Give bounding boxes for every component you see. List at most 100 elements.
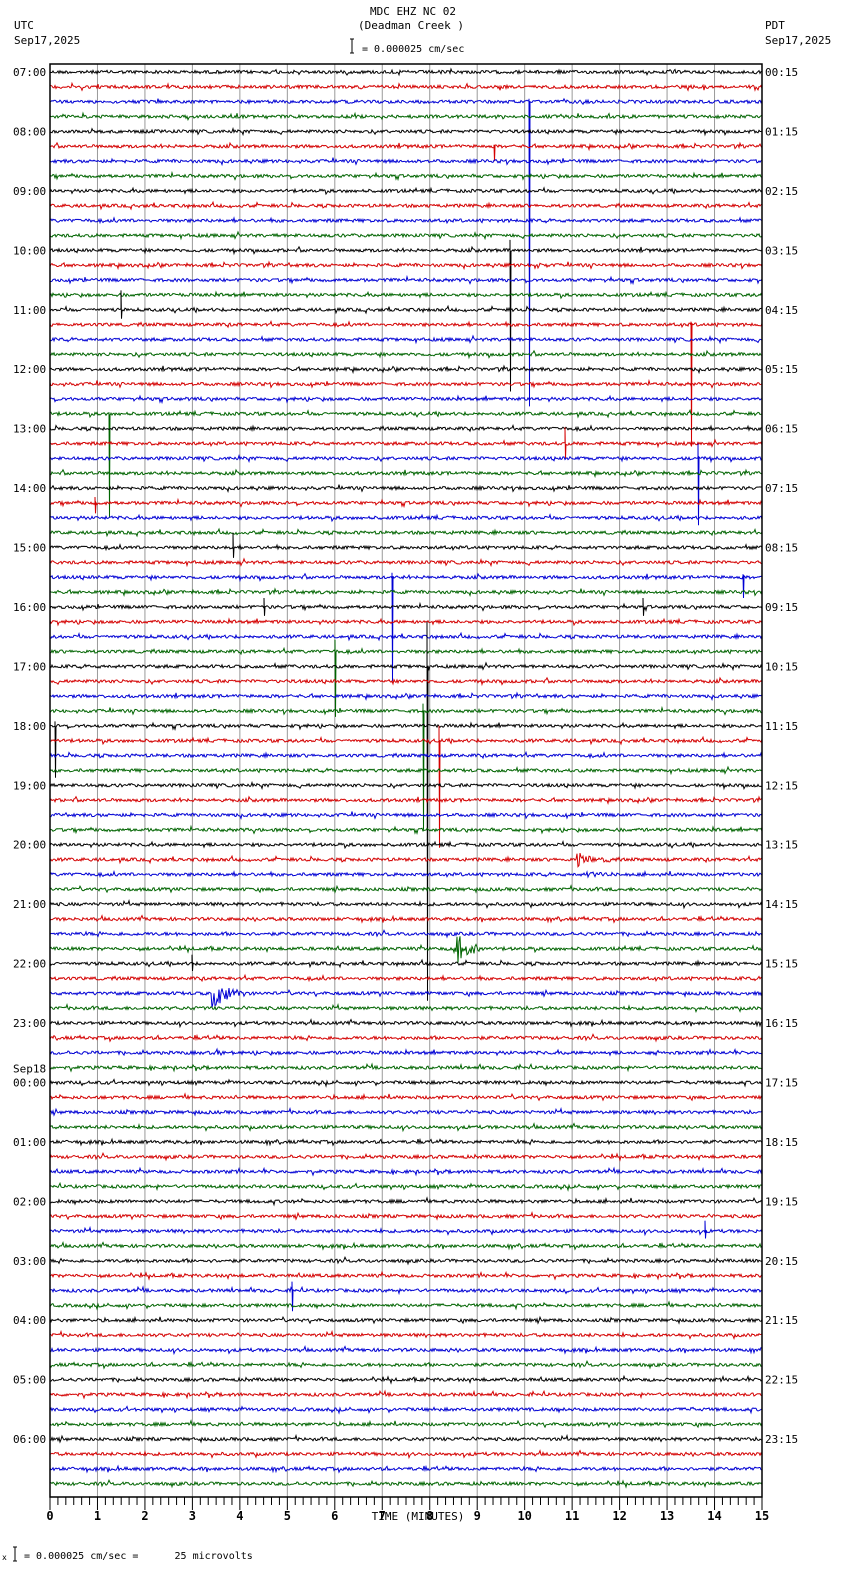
- trace-72: [49, 1137, 763, 1147]
- pdt-hour-label: 17:15: [765, 1076, 798, 1089]
- trace-87: [49, 1360, 763, 1370]
- utc-hour-label: 07:00: [13, 66, 46, 79]
- trace-35: [49, 587, 763, 598]
- traces: [49, 67, 763, 1489]
- trace-13: [49, 260, 763, 271]
- pdt-hour-label: 05:15: [765, 363, 798, 376]
- trace-31: [49, 527, 763, 538]
- pdt-hour-label: 12:15: [765, 779, 798, 792]
- utc-hour-label: 19:00: [13, 779, 46, 792]
- trace-68: [49, 1078, 763, 1088]
- pdt-hour-label: 19:15: [765, 1195, 798, 1208]
- trace-30: [49, 513, 763, 523]
- x-tick-label: 0: [46, 1509, 53, 1523]
- trace-73: [49, 1152, 763, 1162]
- trace-0: [49, 67, 763, 77]
- trace-51: [49, 824, 763, 835]
- pdt-hour-label: 01:15: [765, 125, 798, 138]
- trace-95: [49, 1478, 763, 1489]
- utc-hour-label: 23:00: [13, 1017, 46, 1030]
- footer-mark: x: [2, 1553, 7, 1562]
- utc-hour-label: 06:00: [13, 1433, 46, 1446]
- x-tick-label: 3: [189, 1509, 196, 1523]
- trace-78: [49, 1220, 763, 1239]
- trace-15: [49, 290, 763, 300]
- trace-6: [49, 157, 763, 167]
- trace-62: [49, 987, 763, 1008]
- x-tick-label: 12: [612, 1509, 626, 1523]
- trace-19: [49, 349, 762, 360]
- trace-66: [49, 1047, 763, 1057]
- x-tick-label: 1: [94, 1509, 101, 1523]
- trace-84: [49, 1315, 763, 1325]
- x-tick-label: 10: [517, 1509, 531, 1523]
- scale-label: = 0.000025 cm/sec: [362, 44, 464, 55]
- trace-81: [49, 1270, 763, 1281]
- trace-55: [49, 884, 763, 894]
- helicorder-plot: MDC EHZ NC 02 (Deadman Creek ) UTC Sep17…: [2, 5, 831, 1562]
- trace-20: [49, 364, 762, 375]
- trace-61: [50, 973, 763, 983]
- pdt-hour-label: 15:15: [765, 958, 798, 971]
- trace-26: [49, 443, 763, 526]
- trace-90: [49, 1405, 763, 1415]
- x-axis-label: TIME (MINUTES): [372, 1510, 465, 1523]
- pdt-hour-label: 14:15: [765, 898, 798, 911]
- utc-hour-label: 13:00: [13, 423, 46, 436]
- trace-33: [49, 557, 763, 568]
- trace-43: [49, 703, 762, 830]
- trace-5: [49, 141, 763, 162]
- x-tick-label: 14: [707, 1509, 721, 1523]
- trace-67: [49, 1062, 763, 1073]
- x-tick-label: 9: [474, 1509, 481, 1523]
- trace-38: [49, 631, 763, 642]
- date-change-label: Sep18: [13, 1062, 46, 1075]
- trace-44: [49, 721, 763, 778]
- trace-71: [49, 1122, 763, 1133]
- utc-hour-label: 11:00: [13, 304, 46, 317]
- pdt-hour-label: 00:15: [765, 66, 798, 79]
- x-tick-label: 6: [331, 1509, 338, 1523]
- trace-37: [49, 617, 763, 627]
- trace-9: [49, 200, 763, 211]
- trace-94: [49, 1464, 763, 1474]
- trace-91: [49, 1419, 763, 1429]
- trace-69: [50, 1092, 763, 1102]
- pdt-hour-label: 20:15: [765, 1255, 798, 1268]
- trace-32: [49, 532, 763, 558]
- trace-46: [49, 750, 763, 760]
- x-tick-label: 13: [660, 1509, 674, 1523]
- pdt-hour-label: 16:15: [765, 1017, 798, 1030]
- pdt-hour-label: 02:15: [765, 185, 798, 198]
- x-tick-label: 4: [236, 1509, 243, 1523]
- pdt-hour-label: 23:15: [765, 1433, 798, 1446]
- trace-89: [49, 1389, 763, 1400]
- trace-28: [49, 484, 763, 494]
- trace-76: [49, 1196, 763, 1207]
- trace-86: [49, 1344, 763, 1356]
- trace-21: [49, 378, 763, 389]
- trace-39: [49, 639, 763, 717]
- trace-40: [49, 621, 763, 1001]
- x-tick-label: 11: [565, 1509, 579, 1523]
- utc-hour-label: 03:00: [13, 1255, 46, 1268]
- trace-22: [49, 394, 763, 405]
- utc-hour-label: 02:00: [13, 1195, 46, 1208]
- station-title: MDC EHZ NC 02: [370, 5, 456, 18]
- pdt-hour-label: 09:15: [765, 601, 798, 614]
- utc-hour-label: 22:00: [13, 958, 46, 971]
- utc-hour-label: 08:00: [13, 125, 46, 138]
- utc-hour-label: 21:00: [13, 898, 46, 911]
- trace-59: [49, 936, 763, 963]
- trace-3: [49, 111, 763, 122]
- utc-hour-label: 04:00: [13, 1314, 46, 1327]
- trace-57: [49, 914, 763, 924]
- trace-7: [49, 170, 763, 182]
- trace-70: [49, 1106, 763, 1117]
- pdt-hour-label: 10:15: [765, 660, 798, 673]
- trace-25: [49, 427, 763, 459]
- trace-54: [49, 870, 763, 879]
- utc-hour-label: 05:00: [13, 1374, 46, 1387]
- utc-hour-label: 01:00: [13, 1136, 46, 1149]
- utc-hour-label: 16:00: [13, 601, 46, 614]
